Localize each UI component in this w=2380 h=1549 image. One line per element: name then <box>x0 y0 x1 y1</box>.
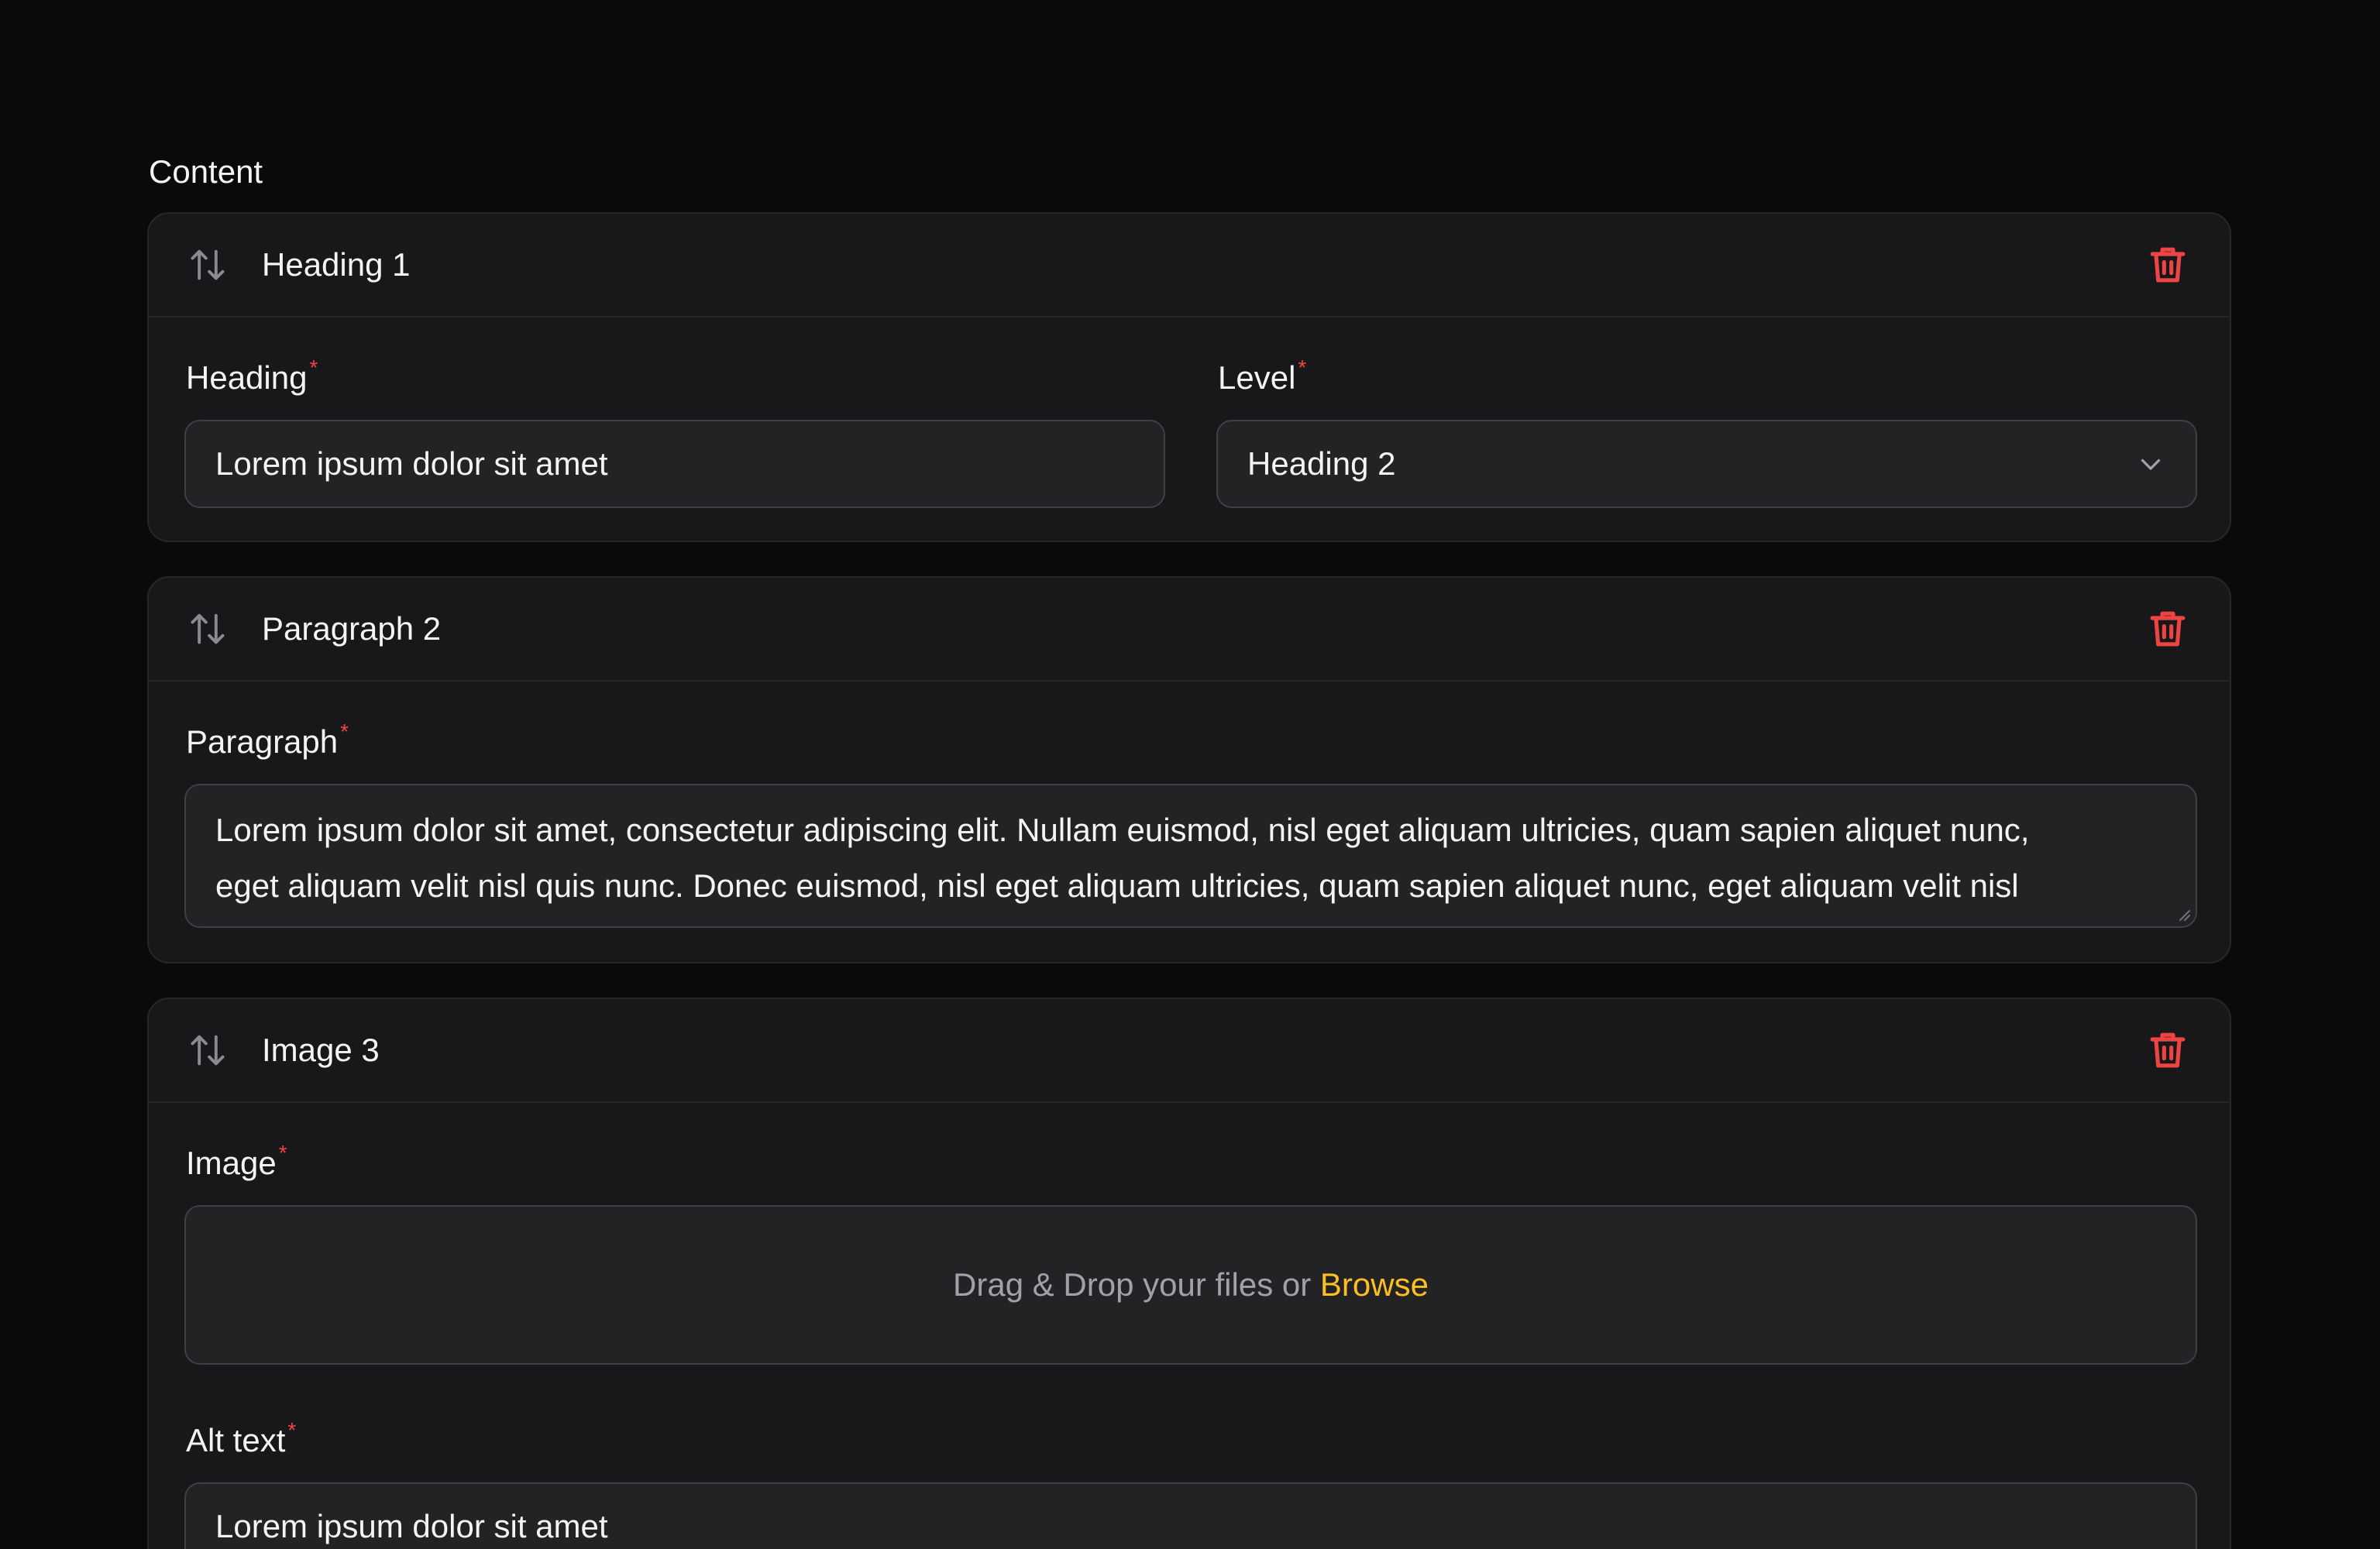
block-title: Heading 1 <box>262 246 411 283</box>
trash-icon[interactable] <box>2146 1029 2189 1072</box>
content-block-paragraph: Paragraph 2 Paragraph * Lorem ipsum dolor… <box>147 576 2231 963</box>
block-header: Image 3 <box>149 999 2230 1103</box>
sort-arrows-icon[interactable] <box>187 609 228 649</box>
image-dropzone[interactable]: Drag & Drop your files or Browse <box>184 1205 2197 1365</box>
chevron-down-icon <box>2141 459 2161 470</box>
paragraph-textarea-value: Lorem ipsum dolor sit amet, consectetur … <box>215 812 2030 904</box>
required-mark: * <box>340 720 349 744</box>
alt-text-input[interactable]: Lorem ipsum dolor sit amet <box>184 1482 2197 1549</box>
level-select-value: Heading 2 <box>1247 445 1396 482</box>
content-block-heading: Heading 1 Heading * Lorem ipsum dolor sit… <box>147 212 2231 542</box>
heading-label: Heading * <box>186 355 318 396</box>
content-block-image: Image 3 Image * Drag & Drop your files or… <box>147 998 2231 1549</box>
alt-text-label: Alt text * <box>186 1418 297 1458</box>
alt-text-input-value: Lorem ipsum dolor sit amet <box>215 1508 608 1544</box>
heading-input-value: Lorem ipsum dolor sit amet <box>215 445 608 482</box>
dropzone-text: Drag & Drop your files or Browse <box>953 1266 1429 1303</box>
required-mark: * <box>278 1141 287 1165</box>
section-title: Content <box>149 153 263 190</box>
block-title: Paragraph 2 <box>262 610 442 647</box>
required-mark: * <box>1298 355 1307 380</box>
resize-grip-icon[interactable] <box>2175 906 2191 922</box>
block-header: Heading 1 <box>149 214 2230 318</box>
block-header: Paragraph 2 <box>149 578 2230 682</box>
level-label: Level * <box>1218 355 1307 396</box>
sort-arrows-icon[interactable] <box>187 1030 228 1070</box>
browse-link[interactable]: Browse <box>1320 1266 1429 1303</box>
level-select[interactable]: Heading 2 <box>1216 420 2197 508</box>
page: Content Heading 1 Heading * Lorem ipsum d… <box>0 0 2380 1549</box>
paragraph-label: Paragraph * <box>186 720 349 760</box>
required-mark: * <box>309 355 318 380</box>
image-label: Image * <box>186 1141 287 1181</box>
heading-input[interactable]: Lorem ipsum dolor sit amet <box>184 420 1165 508</box>
paragraph-textarea[interactable]: Lorem ipsum dolor sit amet, consectetur … <box>184 784 2197 928</box>
trash-icon[interactable] <box>2146 243 2189 287</box>
trash-icon[interactable] <box>2146 607 2189 651</box>
required-mark: * <box>287 1418 297 1442</box>
sort-arrows-icon[interactable] <box>187 245 228 285</box>
block-title: Image 3 <box>262 1032 380 1068</box>
